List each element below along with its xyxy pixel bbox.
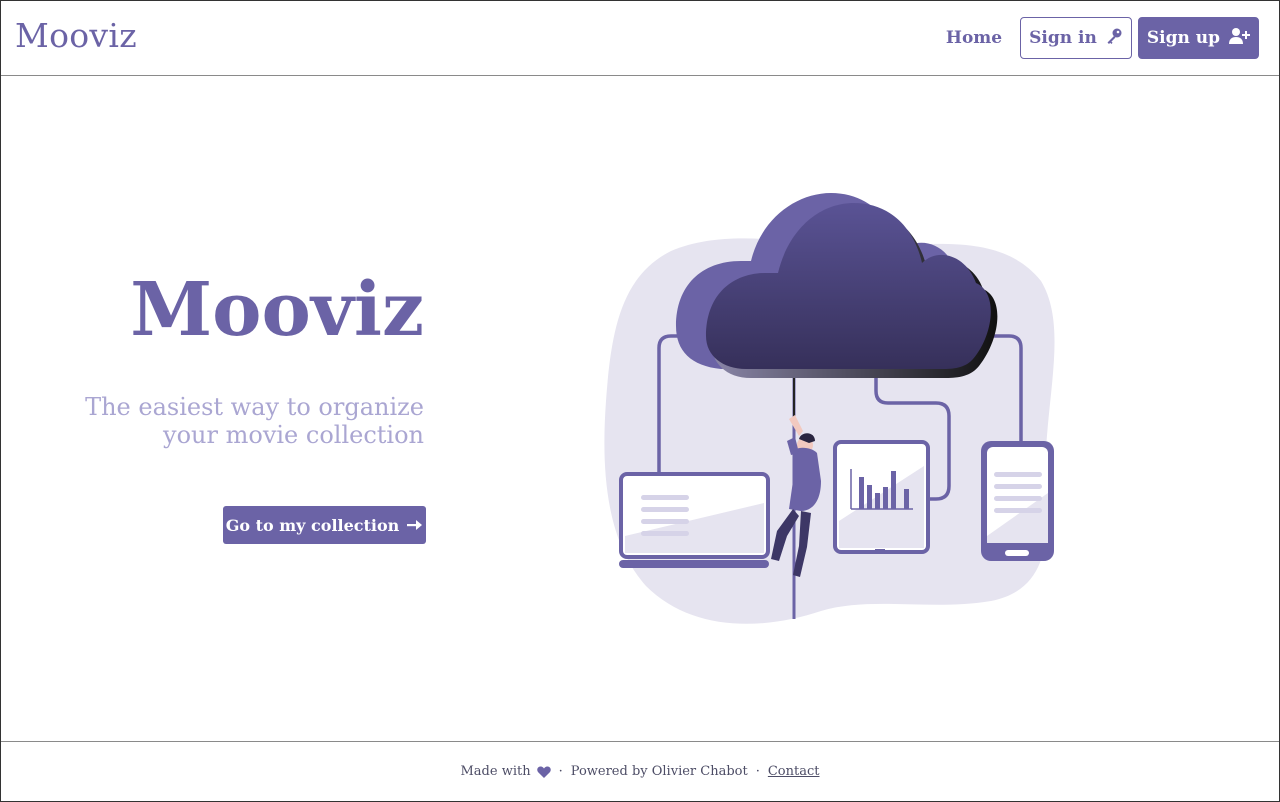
powered-by-text: Powered by Olivier Chabot (570, 764, 748, 779)
heart-icon (536, 765, 551, 778)
nav-home-link[interactable]: Home (946, 28, 1014, 48)
footer-separator: · (558, 764, 563, 779)
footer-separator: · (755, 764, 760, 779)
hero-subtitle-line-1: The easiest way to organize (85, 393, 424, 421)
user-plus-icon (1228, 27, 1250, 50)
tablet-device (833, 440, 930, 554)
cloud-front (706, 203, 991, 369)
sign-up-label: Sign up (1146, 28, 1220, 48)
sign-in-button[interactable]: Sign in (1020, 17, 1132, 59)
footer: Made with · Powered by Olivier Chabot · … (1, 741, 1279, 801)
key-icon (1105, 27, 1123, 50)
sign-up-button[interactable]: Sign up (1137, 17, 1259, 59)
brand-logo[interactable]: Mooviz (15, 16, 137, 55)
hero-subtitle: The easiest way to organize your movie c… (4, 393, 424, 449)
laptop-device (619, 472, 770, 568)
go-to-collection-button[interactable]: Go to my collection (223, 506, 426, 544)
hero-title: Mooviz (130, 267, 424, 353)
phone-device (981, 441, 1054, 561)
navbar: Mooviz Home Sign in Sign up (1, 1, 1279, 76)
arrow-right-icon (407, 516, 423, 535)
contact-link[interactable]: Contact (768, 764, 820, 779)
sign-in-label: Sign in (1029, 28, 1097, 48)
cta-label: Go to my collection (225, 515, 400, 535)
nav-links: Home Sign in Sign up (946, 17, 1259, 59)
hero-subtitle-line-2: your movie collection (163, 421, 424, 449)
made-with-text: Made with (460, 764, 531, 779)
cloud-devices-illustration (601, 191, 1061, 631)
